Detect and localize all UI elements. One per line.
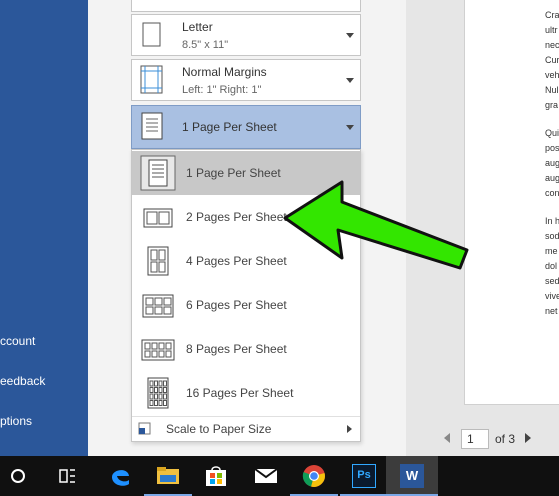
task-view-icon — [59, 469, 75, 483]
chrome-icon — [302, 465, 325, 487]
margins-dropdown[interactable]: Normal Margins Left: 1" Right: 1" — [131, 59, 361, 101]
page-text-line: me — [545, 246, 558, 256]
page-text-line: Cra — [545, 10, 559, 20]
edge-button[interactable] — [96, 456, 144, 496]
mail-icon — [254, 468, 278, 483]
cortana-button[interactable] — [0, 456, 48, 496]
store-icon — [206, 466, 226, 486]
page-text-line: nec — [545, 40, 559, 50]
menu-item-label: 2 Pages Per Sheet — [186, 210, 287, 224]
page-text-line: pos — [545, 143, 559, 153]
task-view-button[interactable] — [44, 456, 92, 496]
scale-label: Scale to Paper Size — [166, 422, 272, 436]
photoshop-button[interactable]: Ps — [340, 456, 388, 496]
page-text-line: aug — [545, 173, 559, 183]
page-text-line: Nul — [545, 85, 559, 95]
page-text-line: aug — [545, 158, 559, 168]
store-button[interactable] — [192, 456, 240, 496]
page-text-line: Qui — [545, 128, 559, 138]
menu-item-label: 6 Pages Per Sheet — [186, 298, 287, 312]
pages-per-sheet-value: 1 Page Per Sheet — [182, 120, 277, 134]
page-number-input[interactable]: 1 — [461, 429, 489, 449]
margins-title: Normal Margins — [182, 65, 267, 79]
paper-icon — [142, 22, 161, 47]
next-page-button[interactable] — [525, 433, 531, 443]
six-pages-per-sheet-icon — [142, 294, 174, 318]
two-pages-per-sheet-icon — [143, 208, 173, 228]
page-text-line: con — [545, 188, 559, 198]
paper-size-value: 8.5" x 11" — [182, 39, 229, 51]
margins-value: Left: 1" Right: 1" — [182, 84, 262, 96]
margins-icon — [140, 65, 163, 94]
word-button[interactable]: W — [386, 456, 438, 496]
page-text-line: sed — [545, 276, 559, 286]
menu-item-6-pages[interactable]: 6 Pages Per Sheet — [132, 283, 360, 327]
paper-size-dropdown[interactable]: Letter 8.5" x 11" — [131, 14, 361, 56]
edge-icon — [112, 470, 129, 486]
windows-taskbar: Ps W — [0, 456, 559, 496]
file-explorer-icon — [157, 467, 179, 484]
page-text-line: net — [545, 306, 558, 316]
menu-item-label: 1 Page Per Sheet — [186, 166, 281, 180]
one-page-per-sheet-icon — [140, 155, 176, 191]
page-text-line: ultr — [545, 25, 558, 35]
chevron-right-icon — [347, 425, 352, 433]
sixteen-pages-per-sheet-icon — [147, 377, 169, 409]
page-text-line: vive — [545, 291, 559, 301]
page-text-line: sod — [545, 231, 559, 241]
menu-item-label: 4 Pages Per Sheet — [186, 254, 287, 268]
backstage-sidebar: ccount eedback ptions — [0, 0, 88, 456]
page-text-line: gra — [545, 100, 559, 110]
page-text-line: Cur — [545, 55, 559, 65]
feedback-item[interactable]: eedback — [0, 374, 45, 388]
page-text-line: veh — [545, 70, 559, 80]
word-icon: W — [400, 464, 424, 488]
chevron-down-icon — [346, 125, 354, 130]
page-text-line: In h — [545, 216, 559, 226]
chevron-down-icon — [346, 78, 354, 83]
previous-page-button[interactable] — [444, 433, 450, 443]
chevron-down-icon — [346, 33, 354, 38]
chrome-button[interactable] — [290, 456, 338, 496]
scale-icon — [138, 422, 151, 435]
cortana-icon — [11, 469, 25, 483]
photoshop-icon: Ps — [352, 464, 376, 488]
four-pages-per-sheet-icon — [147, 246, 169, 276]
eight-pages-per-sheet-icon — [141, 339, 175, 361]
orientation-dropdown[interactable] — [131, 0, 361, 12]
paper-size-title: Letter — [182, 20, 213, 34]
preview-page: Cra ultr nec Cur veh Nul gra Qui pos aug… — [464, 0, 559, 405]
pages-per-sheet-dropdown[interactable]: 1 Page Per Sheet — [131, 105, 361, 149]
account-item[interactable]: ccount — [0, 334, 35, 348]
menu-item-label: 8 Pages Per Sheet — [186, 342, 287, 356]
page-text-line: dol — [545, 261, 558, 271]
menu-item-8-pages[interactable]: 8 Pages Per Sheet — [132, 327, 360, 371]
menu-item-label: 16 Pages Per Sheet — [186, 386, 294, 400]
menu-item-scale-to-paper[interactable]: Scale to Paper Size — [132, 417, 360, 441]
mail-button[interactable] — [242, 456, 290, 496]
menu-item-16-pages[interactable]: 16 Pages Per Sheet — [132, 371, 360, 415]
page-count: of 3 — [495, 432, 516, 446]
options-item[interactable]: ptions — [0, 414, 32, 428]
annotation-arrow-icon — [283, 180, 469, 270]
file-explorer-button[interactable] — [144, 456, 192, 496]
one-page-icon — [141, 112, 163, 140]
